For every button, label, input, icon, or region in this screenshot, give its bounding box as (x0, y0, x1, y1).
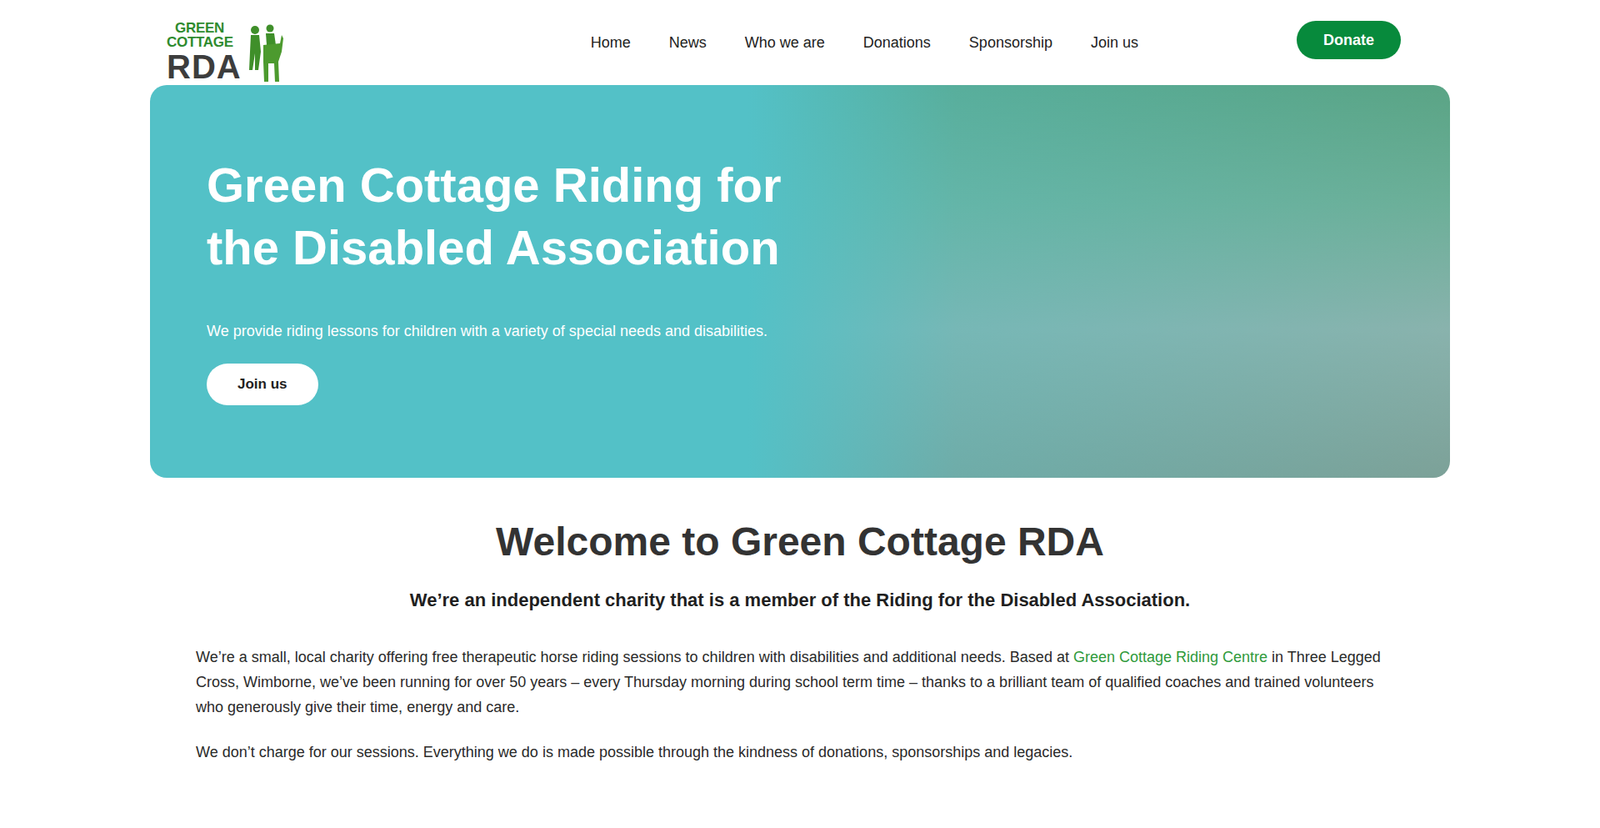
intro-title: Welcome to Green Cottage RDA (495, 517, 1105, 566)
hero-banner: Green Cottage Riding for the Disabled As… (150, 85, 1450, 478)
join-us-button[interactable]: Join us (206, 363, 319, 405)
intro-section: Welcome to Green Cottage RDA We’re an ind… (0, 477, 1600, 798)
intro-paragraph: We’re a small, local charity offering fr… (195, 644, 1405, 720)
main-nav: Home News Who we are Donations Sponsorship Jo… (590, 34, 1139, 52)
donate-button[interactable]: Donate (1296, 20, 1401, 60)
nav-link[interactable]: Home (590, 34, 631, 52)
hero-title: Green Cottage Riding for the Disabled As… (206, 153, 824, 279)
logo-rda: RDA (166, 50, 242, 84)
site-header: GREENCOTTAGERDA Home News Who we are Donatio… (0, 0, 1600, 85)
hero-subtitle: We provide riding lessons for children w… (206, 320, 768, 342)
riding-centre-link[interactable]: Green Cottage Riding Centre (1073, 648, 1268, 665)
logo-line: GREEN (166, 20, 225, 35)
logo[interactable]: GREENCOTTAGERDA (166, 20, 284, 85)
intro-paragraph: We don’t charge for our sessions. Everyt… (195, 739, 1405, 765)
riders-logo-icon (243, 23, 284, 84)
logo-line: COTTAGE (166, 35, 234, 50)
nav-link[interactable]: Sponsorship (969, 34, 1053, 52)
nav-link[interactable]: News (669, 34, 707, 52)
nav-link[interactable]: Who we are (745, 34, 825, 52)
intro-subtitle: We’re an independent charity that is a m… (410, 587, 1190, 613)
nav-link[interactable]: Donations (863, 34, 931, 52)
page: GREENCOTTAGERDA Home News Who we are Donatio… (0, 0, 1600, 828)
nav-link[interactable]: Join us (1090, 34, 1139, 52)
logo-text: GREENCOTTAGERDA (166, 20, 242, 84)
